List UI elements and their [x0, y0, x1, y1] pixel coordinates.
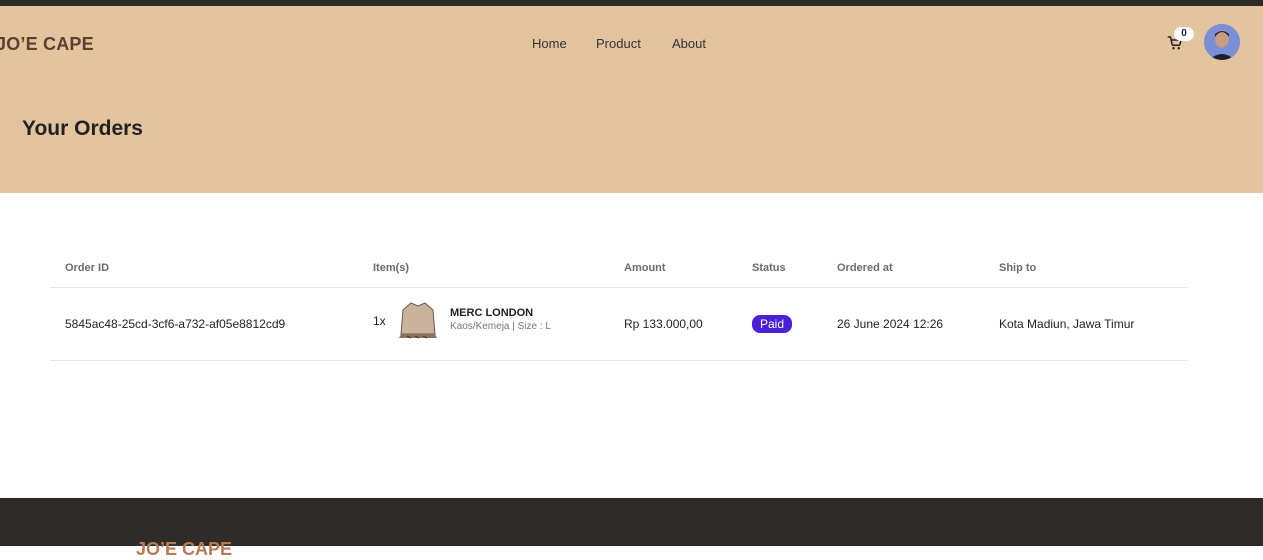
- cart-count-badge: 0: [1174, 27, 1194, 41]
- user-avatar[interactable]: [1204, 24, 1240, 60]
- header-status: Status: [752, 262, 786, 274]
- site-footer: JO’E CAPE: [0, 498, 1263, 559]
- nav-about[interactable]: About: [672, 36, 706, 51]
- header-ship-to: Ship to: [999, 262, 1037, 274]
- header-order-id: Order ID: [65, 262, 110, 274]
- header-amount: Amount: [624, 262, 666, 274]
- orders-table: Order ID Item(s) Amount Status Ordered a…: [50, 254, 1187, 361]
- header-ordered-at: Ordered at: [837, 262, 893, 274]
- brand-logo[interactable]: JO’E CAPE: [0, 34, 94, 55]
- nav-product[interactable]: Product: [596, 36, 672, 51]
- nav-home[interactable]: Home: [532, 36, 596, 51]
- avatar-image: [1204, 24, 1240, 60]
- order-amount: Rp 133.000,00: [624, 317, 703, 331]
- footer-logo: JO’E CAPE: [136, 539, 233, 559]
- main-nav: Home Product About: [532, 36, 706, 51]
- site-header: JO’E CAPE Home Product About 0 Your Orde…: [0, 6, 1263, 193]
- product-thumbnail: [399, 302, 437, 339]
- header-items: Item(s): [373, 262, 410, 274]
- table-header: Order ID Item(s) Amount Status Ordered a…: [50, 254, 1187, 288]
- item-quantity: 1x: [373, 314, 386, 328]
- table-row[interactable]: 5845ac48-25cd-3cf6-a732-af05e8812cd9 1x …: [50, 288, 1187, 361]
- item-name[interactable]: MERC LONDON: [450, 307, 533, 319]
- page-title: Your Orders: [22, 117, 143, 140]
- status-badge: Paid: [752, 315, 793, 333]
- ship-to: Kota Madiun, Jawa Timur: [999, 317, 1135, 331]
- ordered-at: 26 June 2024 12:26: [837, 317, 944, 331]
- item-variant: Kaos/Kemeja | Size : L: [450, 321, 551, 332]
- order-id: 5845ac48-25cd-3cf6-a732-af05e8812cd9: [65, 317, 286, 331]
